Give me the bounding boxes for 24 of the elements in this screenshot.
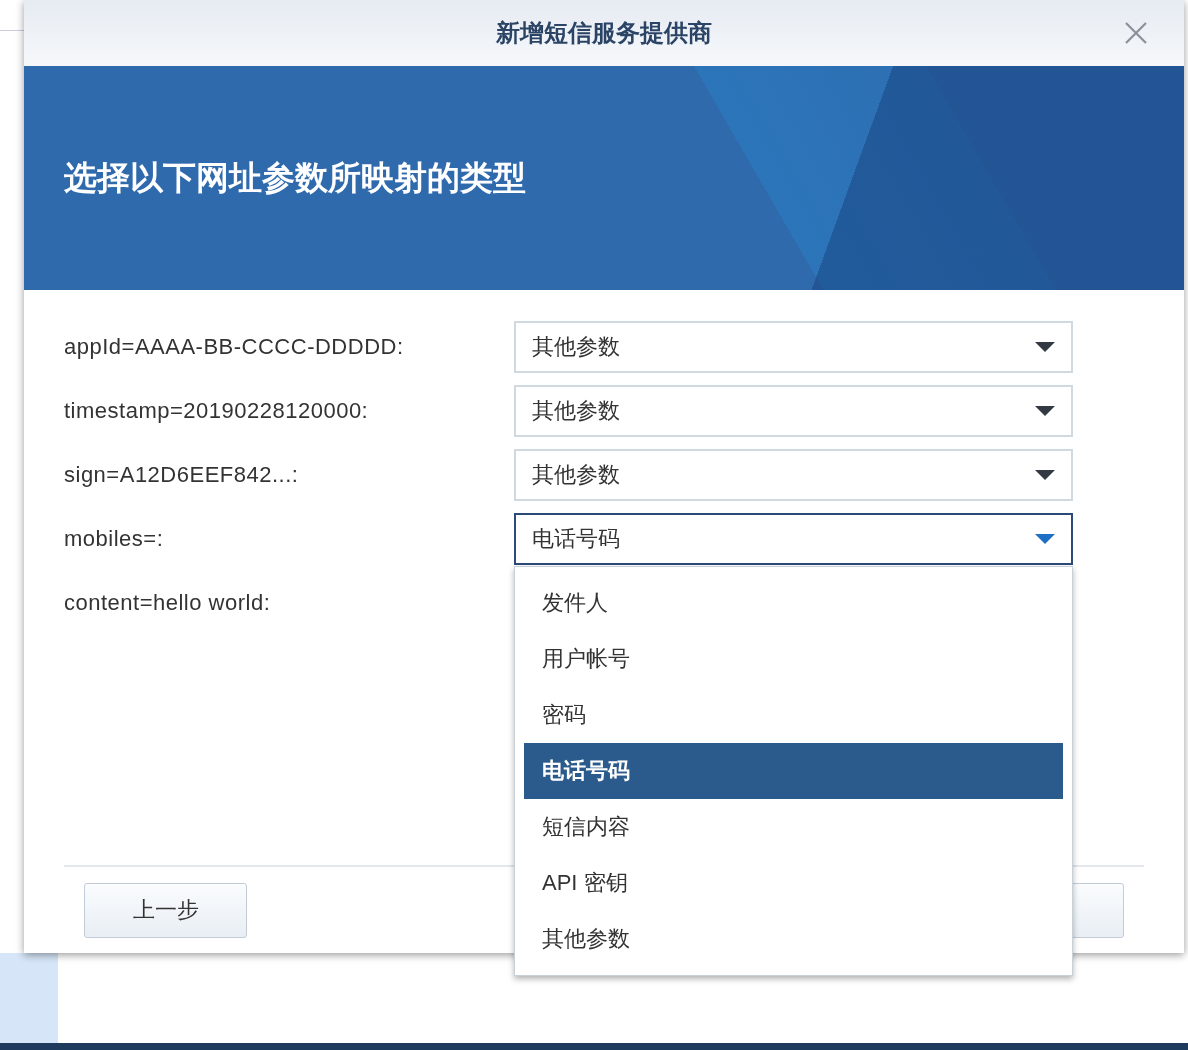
- caret-icon: [1035, 406, 1055, 416]
- dropdown-option[interactable]: 短信内容: [524, 799, 1063, 855]
- dropdown-option[interactable]: 发件人: [524, 575, 1063, 631]
- param-label: sign=A12D6EEF842...:: [64, 462, 300, 488]
- type-dropdown[interactable]: 电话号码: [514, 513, 1073, 565]
- back-button[interactable]: 上一步: [84, 882, 247, 938]
- banner-heading: 选择以下网址参数所映射的类型: [64, 157, 526, 198]
- type-dropdown[interactable]: 其他参数: [514, 321, 1073, 373]
- caret-icon: [1035, 342, 1055, 352]
- dialog-title: 新增短信服务提供商: [496, 18, 712, 48]
- caret-icon: [1035, 470, 1055, 480]
- dropdown-option[interactable]: API 密钥: [524, 855, 1063, 911]
- dropdown-option[interactable]: 其他参数: [524, 911, 1063, 967]
- type-dropdown[interactable]: 其他参数: [514, 385, 1073, 437]
- caret-icon: [1035, 534, 1055, 544]
- dropdown-option[interactable]: 用户帐号: [524, 631, 1063, 687]
- param-label: appId=AAAA-BB-CCCC-DDDDD:: [64, 334, 405, 360]
- param-label: timestamp=20190228120000:: [64, 398, 370, 424]
- close-icon[interactable]: [1124, 21, 1148, 45]
- dropdown-option[interactable]: 电话号码: [524, 743, 1063, 799]
- param-label: content=hello world:: [64, 590, 272, 616]
- dropdown-option[interactable]: 密码: [524, 687, 1063, 743]
- param-label: mobiles=:: [64, 526, 165, 552]
- type-dropdown[interactable]: 其他参数: [514, 449, 1073, 501]
